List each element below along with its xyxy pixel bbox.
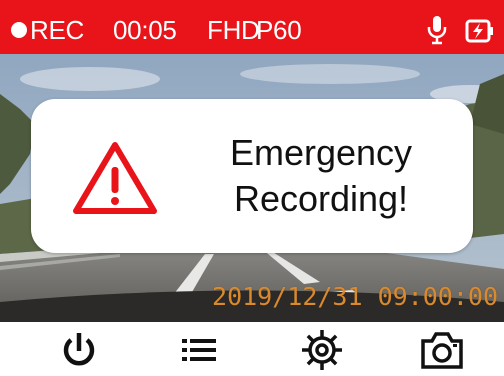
menu-button[interactable]	[175, 326, 223, 374]
recording-elapsed-time: 00:05	[113, 15, 177, 45]
record-dot-icon	[11, 22, 27, 38]
battery-charging-icon	[465, 19, 493, 43]
dialog-message-line-2: Recording!	[233, 178, 409, 219]
warning-triangle-icon	[73, 142, 157, 214]
power-icon	[63, 333, 95, 366]
settings-gear-icon	[302, 330, 342, 370]
camera-snapshot-icon	[421, 332, 463, 369]
microphone-icon	[427, 16, 447, 45]
status-bar: REC 00:05 FHD P60	[0, 0, 504, 54]
menu-list-icon	[182, 339, 216, 361]
settings-button[interactable]	[298, 326, 346, 374]
power-button[interactable]	[55, 326, 103, 374]
framerate-label: P60	[256, 15, 302, 45]
date-time-overlay: 2019/12/31 09:00:00	[212, 282, 498, 311]
resolution-label: FHD	[207, 15, 260, 45]
bottom-toolbar	[0, 322, 504, 376]
rec-label: REC	[30, 15, 84, 45]
emergency-recording-dialog: Emergency Recording!	[31, 99, 473, 253]
dialog-message-line-1: Emergency	[229, 132, 413, 173]
snapshot-button[interactable]	[418, 326, 466, 374]
